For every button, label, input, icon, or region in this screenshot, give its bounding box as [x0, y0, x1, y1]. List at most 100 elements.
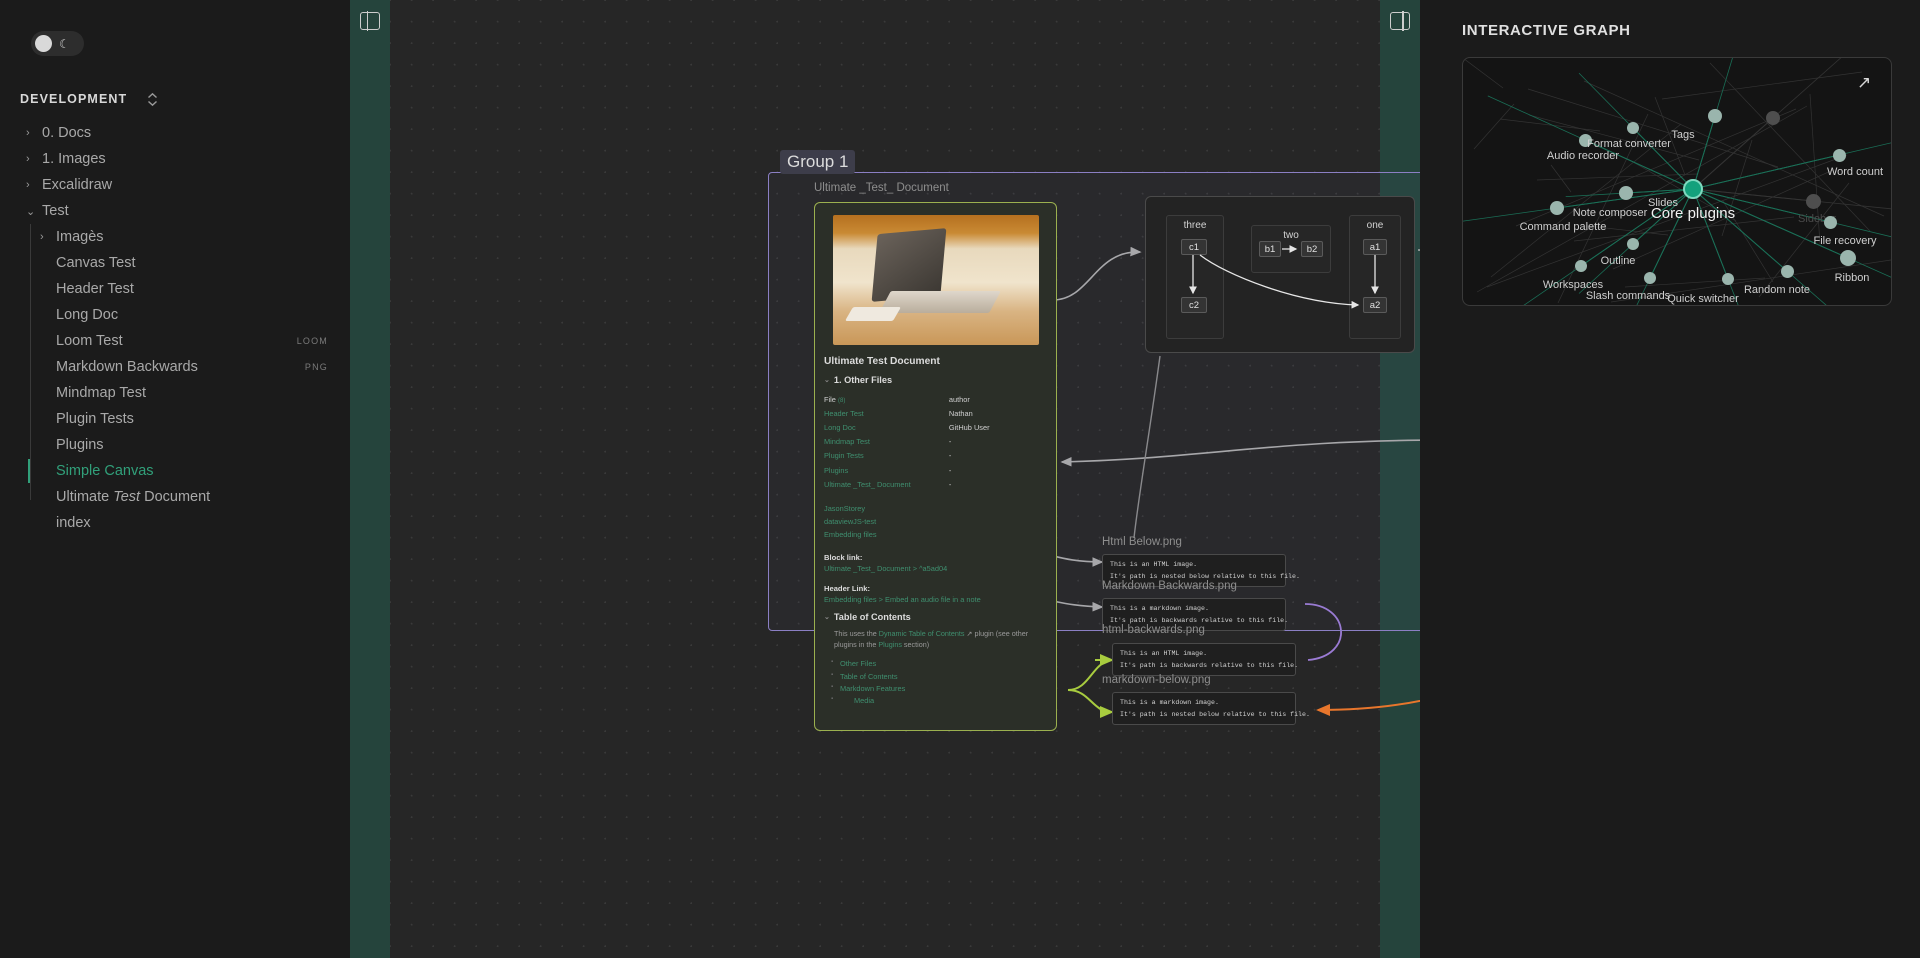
sidebar-item-label: Long Doc: [56, 307, 119, 323]
sidebar-item-plugins[interactable]: Plugins: [0, 432, 350, 458]
sidebar-item-loom-test[interactable]: Loom Test LOOM: [0, 328, 350, 354]
sidebar-folder-excalidraw[interactable]: › Excalidraw: [0, 172, 350, 198]
link-item[interactable]: dataviewJS-test: [824, 516, 1047, 529]
toc-list: Other Files Table of Contents Markdown F…: [824, 658, 1047, 707]
graph-node-label: Random note: [1743, 284, 1811, 296]
graph-node[interactable]: [1575, 260, 1587, 272]
sidebar-item-header-test[interactable]: Header Test: [0, 276, 350, 302]
hero-image: [832, 215, 1039, 345]
graph-node-label: Audio recorder: [1546, 150, 1620, 162]
caption-card-markdown-below[interactable]: This is a markdown image. It's path is n…: [1112, 692, 1310, 726]
graph-node[interactable]: [1627, 122, 1639, 134]
link-item[interactable]: JasonStorey: [824, 503, 1047, 516]
chevron-down-icon: ⌄: [824, 377, 830, 384]
left-rail: [350, 0, 390, 958]
sidebar-item-long-doc[interactable]: Long Doc: [0, 302, 350, 328]
graph-panel-title: INTERACTIVE GRAPH: [1462, 22, 1631, 39]
sidebar-item-label: Loom Test: [56, 333, 123, 349]
sidebar-item-index[interactable]: › index: [0, 510, 350, 536]
block-link-label: Block link:: [824, 553, 863, 563]
sidebar-folder-0-docs[interactable]: › 0. Docs: [0, 120, 350, 146]
graph-node-label: Word count: [1826, 166, 1884, 178]
file-explorer-sidebar: ☾ DEVELOPMENT › 0. Docs › 1. Images › Ex…: [0, 0, 350, 958]
dataview-table: File (8) author Header Test Nathan Long D…: [824, 392, 1047, 491]
toggle-left-sidebar-icon[interactable]: [360, 11, 380, 31]
toggle-right-sidebar-icon[interactable]: [1390, 11, 1410, 31]
interactive-graph[interactable]: Audio recorder Format converter Tags Word c…: [1462, 57, 1892, 306]
file-type-badge: LOOM: [296, 336, 328, 346]
sidebar-item-mindmap-test[interactable]: Mindmap Test: [0, 380, 350, 406]
expand-graph-icon[interactable]: ↗: [1857, 74, 1875, 92]
toc-item[interactable]: Other Files: [831, 658, 1047, 670]
graph-node[interactable]: [1550, 201, 1564, 215]
toc-item[interactable]: Markdown Features: [831, 683, 1047, 695]
graph-node[interactable]: [1619, 186, 1633, 200]
graph-node[interactable]: [1840, 250, 1856, 266]
sidebar-item-canvas-test[interactable]: Canvas Test: [0, 250, 350, 276]
table-row: Ultimate _Test_ Document -: [824, 479, 952, 489]
vault-header: DEVELOPMENT: [0, 88, 350, 110]
graph-hub-label: Core plugins: [1650, 205, 1736, 222]
sidebar-item-markdown-backwards[interactable]: Markdown Backwards PNG: [0, 354, 350, 380]
graph-node[interactable]: [1766, 111, 1780, 125]
sidebar-item-label: 0. Docs: [42, 125, 92, 141]
chevron-down-icon: ⌄: [26, 205, 36, 218]
document-card[interactable]: Ultimate Test Document ⌄ 1. Other Files …: [814, 202, 1057, 731]
toc-subitem[interactable]: Media: [831, 695, 1047, 707]
caption-title-html-backwards: html-backwards.png: [1102, 624, 1205, 636]
section-heading-label: Table of Contents: [833, 612, 911, 623]
doc-node-title: Ultimate _Test_ Document: [814, 182, 949, 194]
mermaid-edges: [1189, 245, 1379, 309]
theme-toggle[interactable]: ☾: [31, 31, 84, 56]
graph-node-label: Quick switcher: [1667, 293, 1739, 305]
sidebar-item-label: Markdown Backwards: [56, 359, 198, 375]
sidebar-folder-test[interactable]: ⌄ Test: [0, 198, 350, 224]
table-row: Plugin Tests -: [824, 451, 952, 461]
plugins-section-link[interactable]: Plugins: [878, 640, 902, 649]
graph-node[interactable]: [1708, 109, 1722, 123]
graph-panel: INTERACTIVE GRAPH Audio recorder Format c…: [1420, 0, 1920, 958]
section-heading-other-files[interactable]: ⌄ 1. Other Files: [824, 375, 1047, 385]
app-root: ☾ DEVELOPMENT › 0. Docs › 1. Images › Ex…: [0, 0, 1920, 958]
section-heading-toc[interactable]: ⌄ Table of Contents: [824, 612, 1047, 622]
graph-hub-node[interactable]: [1683, 179, 1703, 199]
toc-description: This uses the Dynamic Table of Contents …: [834, 629, 1029, 650]
graph-node[interactable]: [1805, 193, 1821, 209]
sidebar-item-simple-canvas[interactable]: Simple Canvas: [0, 458, 350, 484]
caption-card-html-backwards[interactable]: This is an HTML image. It's path is back…: [1112, 643, 1298, 677]
col-header-author: author: [948, 394, 970, 404]
sidebar-folder-images-accent[interactable]: › Imagès: [0, 224, 350, 250]
theme-toggle-knob: [35, 35, 52, 52]
graph-node[interactable]: [1627, 238, 1639, 250]
canvas-view[interactable]: Group 1 Ultimate _Test_ Document Ultimat…: [350, 0, 1420, 958]
mermaid-diagram-node[interactable]: three c1 c2 two b1 b2 one a1 a2: [1145, 196, 1415, 353]
chevron-down-icon: ⌄: [824, 614, 830, 622]
toc-item[interactable]: Table of Contents: [831, 671, 1047, 683]
dtoc-plugin-link[interactable]: Dynamic Table of Contents: [879, 629, 965, 638]
sidebar-item-plugin-tests[interactable]: Plugin Tests: [0, 406, 350, 432]
vault-title: DEVELOPMENT: [20, 92, 128, 106]
sidebar-item-label: Mindmap Test: [56, 385, 146, 401]
block-link-value[interactable]: Ultimate _Test_ Document > ^a5ad04: [824, 564, 1047, 573]
graph-node[interactable]: [1644, 272, 1656, 284]
graph-node[interactable]: [1832, 148, 1846, 162]
chevron-right-icon: ›: [26, 127, 30, 139]
graph-node[interactable]: [1722, 273, 1734, 285]
sort-order-icon[interactable]: [145, 91, 159, 107]
graph-node-label: File recovery: [1813, 235, 1877, 247]
graph-node[interactable]: [1823, 215, 1837, 229]
chevron-right-icon: ›: [26, 179, 30, 191]
sidebar-item-ultimate-test-document[interactable]: Ultimate Test Document: [0, 484, 350, 510]
group-label: Group 1: [780, 150, 856, 174]
test-folder-children: › Imagès Canvas Test Header Test Long Do…: [0, 224, 350, 510]
link-item[interactable]: Embedding files: [824, 529, 1047, 542]
file-type-badge: PNG: [304, 362, 328, 372]
sidebar-item-label: index: [56, 515, 91, 531]
graph-edges: [1463, 58, 1891, 305]
graph-node-label: Outline: [1600, 255, 1636, 267]
file-tree: › 0. Docs › 1. Images › Excalidraw ⌄ Tes…: [0, 120, 350, 536]
sidebar-item-label: Test: [42, 203, 69, 219]
sidebar-folder-1-images[interactable]: › 1. Images: [0, 146, 350, 172]
header-link-value[interactable]: Embedding files > Embed an audio file in…: [824, 595, 1047, 604]
graph-node[interactable]: [1780, 264, 1794, 278]
